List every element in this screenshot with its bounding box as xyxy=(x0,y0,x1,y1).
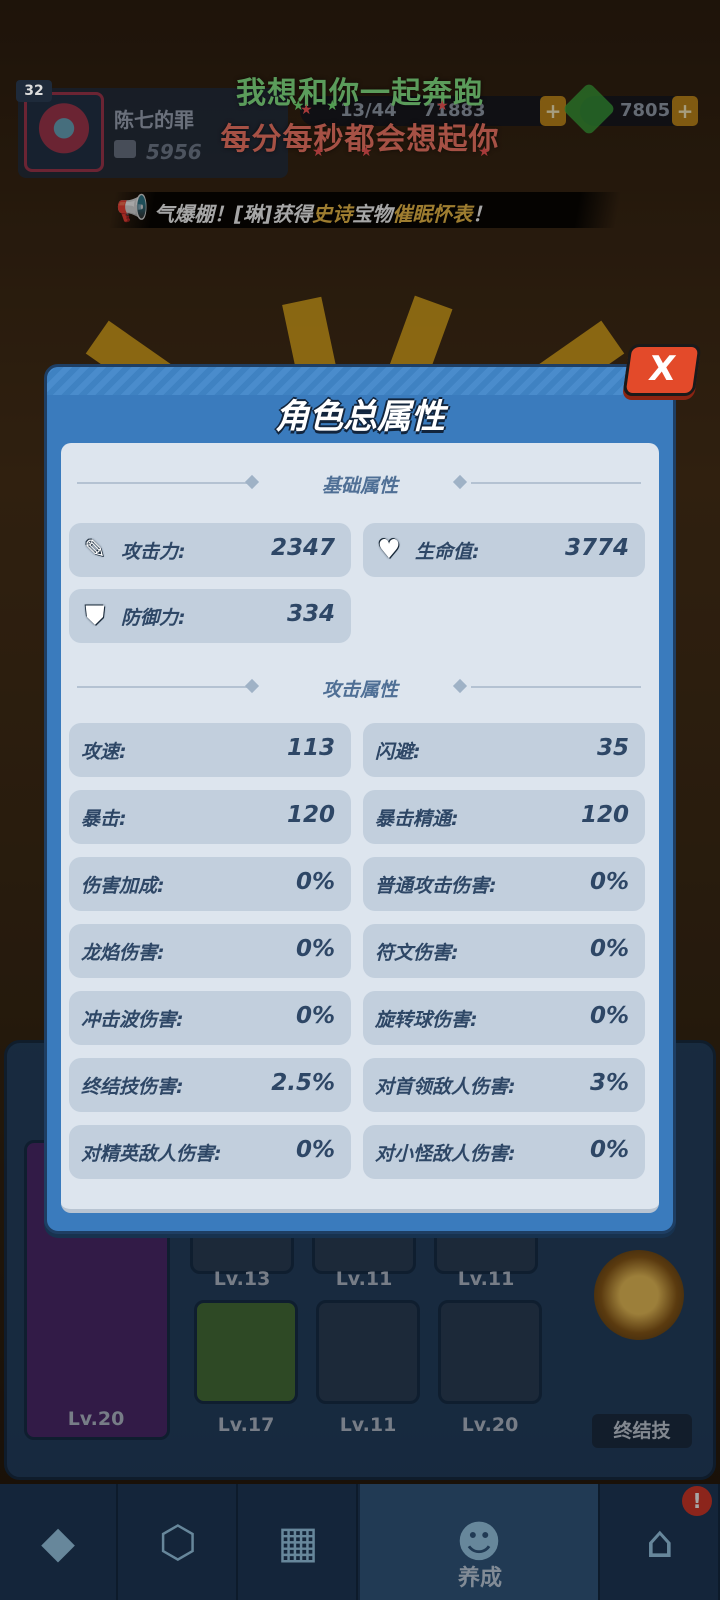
stat-label: 旋转球伤害: xyxy=(375,1009,478,1031)
stat-value: 0% xyxy=(295,936,335,962)
stat-value: 0% xyxy=(589,869,629,895)
player-level-badge: 32 xyxy=(16,80,52,102)
stat-row: 暴击精通: 120 xyxy=(363,790,645,844)
stat-value: 2.5% xyxy=(271,1070,335,1096)
dialog-title: 角色总属性 xyxy=(275,397,445,437)
stat-row: 符文伤害: 0% xyxy=(363,924,645,978)
stat-value: 0% xyxy=(589,936,629,962)
stat-value: 3774 xyxy=(564,535,629,561)
stat-row: 对首领敌人伤害: 3% xyxy=(363,1058,645,1112)
stat-row: 冲击波伤害: 0% xyxy=(69,991,351,1045)
basic-section-header: 基础属性 xyxy=(61,463,659,503)
stat-attack: ✎ 攻击力: 2347 xyxy=(69,523,351,577)
stat-row: 伤害加成: 0% xyxy=(69,857,351,911)
stat-row: 闪避: 35 xyxy=(363,723,645,777)
stat-label: 闪避: xyxy=(375,741,421,763)
stat-label: 冲击波伤害: xyxy=(81,1009,184,1031)
stat-label: 普通攻击伤害: xyxy=(375,875,497,897)
stat-row: 龙焰伤害: 0% xyxy=(69,924,351,978)
stat-label: 伤害加成: xyxy=(81,875,165,897)
stat-label: 对小怪敌人伤害: xyxy=(375,1143,516,1165)
stat-row: 攻速: 113 xyxy=(69,723,351,777)
stat-value: 120 xyxy=(580,802,629,828)
stat-label: 暴击精通: xyxy=(375,808,459,830)
stat-row: 旋转球伤害: 0% xyxy=(363,991,645,1045)
stat-row: 暴击: 120 xyxy=(69,790,351,844)
stat-label: 攻速: xyxy=(81,741,127,763)
stat-defense: ⛊ 防御力: 334 xyxy=(69,589,351,643)
stat-value: 2347 xyxy=(270,535,335,561)
stat-value: 120 xyxy=(286,802,335,828)
stat-label: 对首领敌人伤害: xyxy=(375,1076,516,1098)
stat-label: 终结技伤害: xyxy=(81,1076,184,1098)
basic-section-title: 基础属性 xyxy=(321,475,398,497)
shield-icon: ⛊ xyxy=(85,601,105,631)
attributes-dialog: 角色总属性 基础属性 ✎ 攻击力: 2347 ♥ 生命值: 3774 ⛊ 防御力… xyxy=(44,364,676,1234)
stat-value: 0% xyxy=(589,1137,629,1163)
stat-value: 334 xyxy=(286,601,335,627)
stat-label: 对精英敌人伤害: xyxy=(81,1143,222,1165)
stat-label: 生命值: xyxy=(415,541,480,563)
stat-value: 3% xyxy=(589,1070,629,1096)
stat-value: 0% xyxy=(295,1137,335,1163)
stat-label: 防御力: xyxy=(121,607,186,629)
stat-value: 0% xyxy=(295,869,335,895)
stat-label: 攻击力: xyxy=(121,541,186,563)
stat-row: 对小怪敌人伤害: 0% xyxy=(363,1125,645,1179)
stat-value: 0% xyxy=(295,1003,335,1029)
attack-section-header: 攻击属性 xyxy=(61,667,659,707)
stat-label: 龙焰伤害: xyxy=(81,942,165,964)
stat-value: 35 xyxy=(596,735,629,761)
stat-health: ♥ 生命值: 3774 xyxy=(363,523,645,577)
close-button[interactable]: X xyxy=(622,344,702,396)
stat-value: 0% xyxy=(589,1003,629,1029)
sword-icon: ✎ xyxy=(84,535,106,565)
stat-row: 对精英敌人伤害: 0% xyxy=(69,1125,351,1179)
heart-icon: ♥ xyxy=(377,535,401,565)
stat-row: 普通攻击伤害: 0% xyxy=(363,857,645,911)
stat-value: 113 xyxy=(286,735,335,761)
stat-row: 终结技伤害: 2.5% xyxy=(69,1058,351,1112)
attack-section-title: 攻击属性 xyxy=(321,679,398,701)
stat-label: 暴击: xyxy=(81,808,127,830)
attributes-panel[interactable]: 基础属性 ✎ 攻击力: 2347 ♥ 生命值: 3774 ⛊ 防御力: 334 … xyxy=(61,443,659,1213)
stat-label: 符文伤害: xyxy=(375,942,459,964)
